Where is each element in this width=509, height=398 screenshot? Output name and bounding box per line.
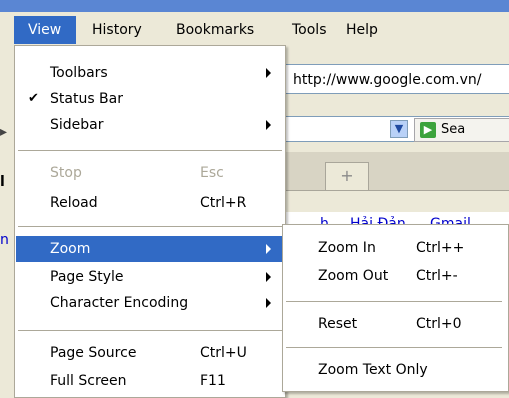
menu-item-label: Full Screen [50,373,127,389]
menu-item-label: Reset [318,316,358,332]
menu-item-sidebar[interactable]: Sidebar [16,112,284,138]
menu-item-full-screen[interactable]: Full Screen F11 [16,368,284,394]
url-text: http://www.google.com.vn/ [293,72,482,88]
menu-item-shortcut: Esc [200,165,224,181]
search-button-label: Sea [441,122,466,137]
menu-help[interactable]: Help [346,16,378,44]
menu-history-label: History [92,22,142,38]
menu-item-label: Zoom Out [318,268,389,284]
view-menu: Toolbars ✔ Status Bar Sidebar Stop Esc R… [14,45,286,398]
menu-item-shortcut: Ctrl+R [200,195,247,211]
submenu-arrow-icon [266,68,271,78]
tab-strip [262,152,509,191]
menu-history[interactable]: History [92,16,142,44]
menu-item-zoom-in[interactable]: Zoom In Ctrl++ [284,235,507,261]
menu-item-label: Character Encoding [50,295,189,311]
menu-separator [286,301,502,302]
menu-item-zoom-text-only[interactable]: Zoom Text Only [284,357,507,383]
menubar: View History Bookmarks Tools Help [0,0,509,47]
submenu-arrow-icon [266,120,271,130]
menu-item-reset[interactable]: Reset Ctrl+0 [284,311,507,337]
menu-item-page-source[interactable]: Page Source Ctrl+U [16,340,284,366]
page-edge-text: l [0,174,5,190]
menu-help-label: Help [346,22,378,38]
menu-item-label: Page Style [50,269,124,285]
submenu-arrow-icon [266,298,271,308]
menu-item-zoom[interactable]: Zoom [16,236,284,262]
title-bar-edge [0,0,509,12]
toolbar-edge-glyph: ▸ [0,124,8,140]
menu-item-toolbars[interactable]: Toolbars [16,60,284,86]
menu-item-label: Reload [50,195,98,211]
menu-separator [18,330,282,331]
menu-item-label: Page Source [50,345,137,361]
menu-item-label: Stop [50,165,82,181]
menu-item-label: Zoom In [318,240,376,256]
search-go-icon: ▶ [420,122,436,138]
menu-item-label: Status Bar [50,91,124,107]
menu-view[interactable]: View [14,16,76,44]
menu-item-shortcut: Ctrl+- [416,268,458,284]
menu-item-character-encoding[interactable]: Character Encoding [16,290,284,316]
submenu-arrow-icon [266,272,271,282]
menu-tools[interactable]: Tools [292,16,327,44]
menu-item-shortcut: Ctrl+U [200,345,247,361]
submenu-arrow-icon [266,244,271,254]
menu-item-shortcut: Ctrl++ [416,240,465,256]
url-bar[interactable]: http://www.google.com.vn/ [262,64,509,94]
toolbar-grip[interactable] [0,60,15,100]
new-tab-button[interactable]: + [325,162,369,190]
search-button[interactable]: ▶ Sea [414,118,509,142]
menu-item-label: Sidebar [50,117,104,133]
menu-view-label: View [28,22,62,38]
menu-tools-label: Tools [292,22,327,38]
zoom-submenu: Zoom In Ctrl++ Zoom Out Ctrl+- Reset Ctr… [282,224,509,392]
menu-item-label: Toolbars [50,65,108,81]
menu-bookmarks-label: Bookmarks [176,22,255,38]
page-edge-link: n [0,232,9,248]
menu-item-shortcut: Ctrl+0 [416,316,462,332]
menu-item-zoom-out[interactable]: Zoom Out Ctrl+- [284,263,507,289]
menu-item-page-style[interactable]: Page Style [16,264,284,290]
menu-separator [18,150,282,151]
menu-item-stop[interactable]: Stop Esc [16,160,284,186]
menu-item-label: Zoom Text Only [318,362,428,378]
menu-separator [18,226,282,227]
menu-bookmarks[interactable]: Bookmarks [176,16,254,44]
checkmark-icon: ✔ [28,91,39,106]
search-engine-dropdown-icon[interactable]: ▼ [390,120,408,138]
menu-item-label: Zoom [50,241,91,257]
menu-item-shortcut: F11 [200,373,226,389]
menu-separator [286,347,502,348]
menu-item-status-bar[interactable]: ✔ Status Bar [16,86,284,112]
menu-item-reload[interactable]: Reload Ctrl+R [16,190,284,216]
